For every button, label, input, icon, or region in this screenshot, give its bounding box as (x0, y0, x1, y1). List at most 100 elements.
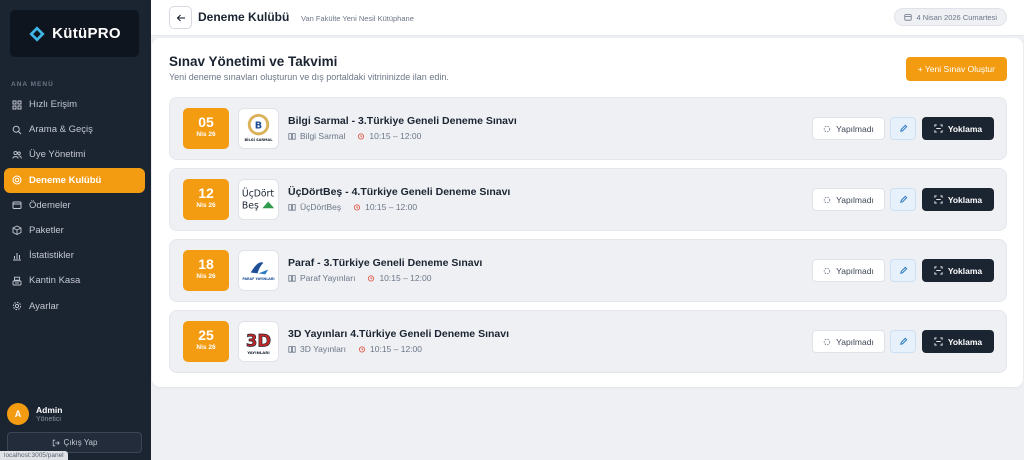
exam-day: 25 (198, 327, 214, 343)
exam-list: 05 Nis 26 B BİLGİ SARMAL Bilgi Sarmal - … (169, 97, 1007, 381)
sidebar-item-search[interactable]: Arama & Geçiş (4, 117, 145, 142)
sidebar-item-canteen[interactable]: Kantin Kasa (4, 268, 145, 293)
exam-status-button[interactable]: Yapılmadı (812, 188, 885, 211)
loading-circle-icon (823, 125, 831, 132)
exam-publisher: Bilgi Sarmal (300, 131, 346, 141)
sidebar-item-payments[interactable]: Ödemeler (4, 193, 145, 218)
exam-row[interactable]: 18 Nis 26 PARAF YAYINLARI Paraf - 3.Türk… (169, 239, 1007, 302)
top-header: Deneme Kulübü Van Fakülte Yeni Nesil Küt… (151, 0, 1024, 36)
exam-status-button[interactable]: Yapılmadı (812, 117, 885, 140)
sidebar-item-label: Arama & Geçiş (29, 124, 93, 136)
brand-name: KütüPRO (52, 25, 121, 42)
arrow-left-icon (176, 14, 185, 21)
cash-register-icon (12, 276, 22, 286)
exam-month: Nis 26 (196, 131, 216, 138)
sidebar-item-label: Kantin Kasa (29, 275, 81, 287)
svg-text:Beş: Beş (242, 200, 259, 211)
attendance-button[interactable]: Yoklama (922, 259, 994, 282)
3d-yayinlari-logo: 3D YAYINLARI (246, 331, 272, 355)
calendar-icon (903, 14, 912, 21)
logout-button[interactable]: Çıkış Yap (7, 432, 142, 453)
grid-icon (12, 100, 22, 109)
target-icon (12, 175, 22, 185)
publisher-logo: ÜçDört Beş (238, 179, 279, 220)
exam-status-button[interactable]: Yapılmadı (812, 259, 885, 282)
page-subtitle: Van Fakülte Yeni Nesil Kütüphane (301, 14, 414, 23)
exam-date-badge: 18 Nis 26 (183, 250, 229, 291)
svg-text:YAYINLARI: YAYINLARI (246, 350, 270, 355)
exam-day: 12 (198, 185, 214, 201)
attendance-label: Yoklama (947, 265, 983, 276)
sidebar-item-quick-access[interactable]: Hızlı Erişim (4, 92, 145, 117)
scan-icon (934, 124, 943, 133)
exam-title: Paraf - 3.Türkiye Geneli Deneme Sınavı (288, 257, 483, 269)
sidebar-item-label: İstatistikler (29, 250, 74, 262)
exam-row[interactable]: 25 Nis 26 3D YAYINLARI 3D Yayınları 4.Tü… (169, 310, 1007, 373)
user-name: Admin (36, 405, 63, 415)
book-icon (288, 275, 296, 282)
gear-icon (12, 301, 22, 311)
sidebar-item-exam-club[interactable]: Deneme Kulübü (4, 167, 145, 193)
exam-time: 10:15 – 12:00 (379, 273, 432, 283)
paraf-logo: PARAF YAYINLARI (242, 262, 275, 281)
logout-icon (52, 439, 60, 446)
exam-status-button[interactable]: Yapılmadı (812, 330, 885, 353)
book-icon (288, 204, 296, 211)
book-icon (288, 133, 296, 140)
loading-circle-icon (823, 338, 831, 345)
book-icon (288, 346, 296, 353)
svg-text:PARAF YAYINLARI: PARAF YAYINLARI (242, 277, 274, 281)
browser-status-url: localhost:3005/panel (0, 451, 68, 460)
attendance-button[interactable]: Yoklama (922, 188, 994, 211)
exam-meta: 3D Yayınları 10:15 – 12:00 (288, 344, 422, 354)
edit-exam-button[interactable] (890, 188, 916, 211)
edit-exam-button[interactable] (890, 330, 916, 353)
user-profile[interactable]: A Admin Yönetici (7, 403, 62, 425)
exam-meta: Bilgi Sarmal 10:15 – 12:00 (288, 131, 421, 141)
svg-text:3D: 3D (246, 331, 271, 350)
exam-publisher: 3D Yayınları (300, 344, 346, 354)
sidebar-item-packages[interactable]: Paketler (4, 218, 145, 243)
publisher-logo: B BİLGİ SARMAL (238, 108, 279, 149)
sidebar-item-members[interactable]: Üye Yönetimi (4, 142, 145, 167)
exam-status-label: Yapılmadı (836, 194, 874, 205)
svg-text:ÜçDört: ÜçDört (242, 189, 274, 200)
page-title: Deneme Kulübü (198, 10, 290, 24)
avatar: A (7, 403, 29, 425)
alarm-clock-icon (368, 275, 375, 282)
publisher-logo: PARAF YAYINLARI (238, 250, 279, 291)
attendance-button[interactable]: Yoklama (922, 330, 994, 353)
sidebar: KütüPRO ANA MENÜ Hızlı Erişim Arama & Ge… (0, 0, 151, 460)
exam-time: 10:15 – 12:00 (370, 344, 422, 354)
section-title: Sınav Yönetimi ve Takvimi (169, 54, 338, 69)
scan-icon (934, 266, 943, 275)
exam-row[interactable]: 12 Nis 26 ÜçDört Beş ÜçDörtBeş - 4.Türki… (169, 168, 1007, 231)
user-role: Yönetici (36, 416, 61, 423)
svg-text:BİLGİ SARMAL: BİLGİ SARMAL (245, 137, 274, 142)
exam-meta: ÜçDörtBeş 10:15 – 12:00 (288, 202, 417, 212)
users-icon (12, 150, 22, 159)
loading-circle-icon (823, 196, 831, 203)
sidebar-item-settings[interactable]: Ayarlar (4, 294, 145, 319)
exam-day: 18 (198, 256, 214, 272)
publisher-logo: 3D YAYINLARI (238, 321, 279, 362)
date-badge: 4 Nisan 2026 Cumartesi (893, 8, 1007, 26)
sidebar-item-statistics[interactable]: İstatistikler (4, 243, 145, 268)
brand-logo[interactable]: KütüPRO (10, 10, 139, 57)
attendance-button[interactable]: Yoklama (922, 117, 994, 140)
exam-status-label: Yapılmadı (836, 265, 874, 276)
exam-status-label: Yapılmadı (836, 336, 874, 347)
sidebar-item-label: Deneme Kulübü (29, 174, 102, 186)
edit-exam-button[interactable] (890, 259, 916, 282)
new-exam-button[interactable]: + Yeni Sınav Oluştur (905, 57, 1007, 81)
back-button[interactable] (169, 6, 192, 29)
alarm-clock-icon (358, 346, 366, 353)
scan-icon (934, 337, 943, 346)
exam-date-badge: 05 Nis 26 (183, 108, 229, 149)
exam-day: 05 (198, 114, 214, 130)
exam-row[interactable]: 05 Nis 26 B BİLGİ SARMAL Bilgi Sarmal - … (169, 97, 1007, 160)
edit-exam-button[interactable] (890, 117, 916, 140)
exam-meta: Paraf Yayınları 10:15 – 12:00 (288, 273, 431, 283)
bilgi-sarmal-logo: B BİLGİ SARMAL (245, 113, 274, 142)
loading-circle-icon (823, 267, 831, 274)
